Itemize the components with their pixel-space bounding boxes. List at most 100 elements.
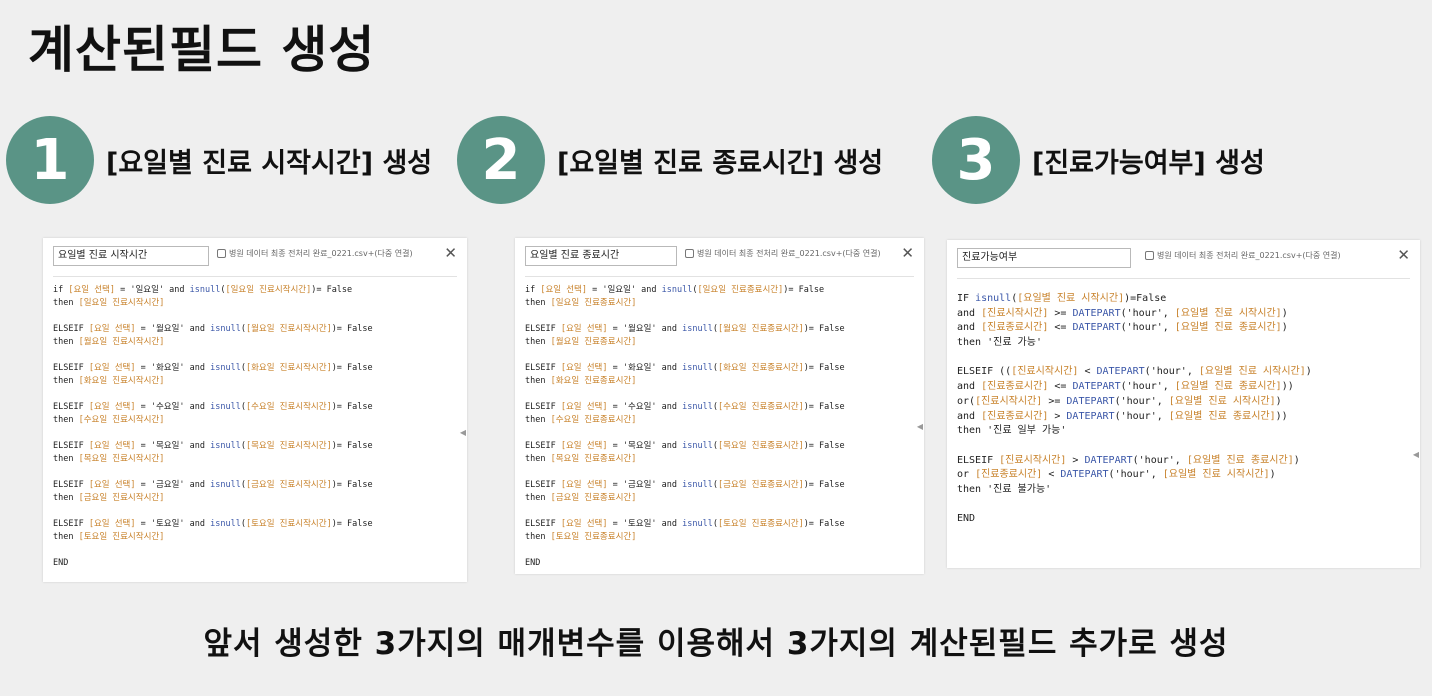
step-number-badge: 3 <box>932 116 1020 204</box>
code-line: then [월요일 진료종료시간] <box>525 337 637 347</box>
field-reference: [요일 선택] <box>560 519 608 529</box>
code-line: or [진료종료시간] < DATEPART('hour', [요일별 진료 시… <box>957 469 1276 481</box>
function-name: isnull <box>682 324 713 334</box>
code-line: then [일요일 진료시작시간] <box>53 298 165 308</box>
field-name-input[interactable]: 진료가능여부 <box>957 248 1131 268</box>
field-reference: [진료종료시간] <box>975 469 1043 481</box>
field-reference: [금요일 진료시작시간] <box>78 493 165 503</box>
field-reference: [요일 선택] <box>560 441 608 451</box>
field-reference: [요일 선택] <box>88 480 136 490</box>
code-line: ELSEIF [요일 선택] = '수요일' and isnull([수요일 진… <box>53 402 373 412</box>
field-reference: [요일 선택] <box>560 324 608 334</box>
field-reference: [일요일 진료시작시간] <box>78 298 165 308</box>
field-reference: [요일 선택] <box>88 402 136 412</box>
step-label: [요일별 진료 시작시간] 생성 <box>106 147 433 179</box>
function-name: isnull <box>682 441 713 451</box>
field-reference: [목요일 진료시작시간] <box>78 454 165 464</box>
field-reference: [진료시작시간] <box>981 307 1049 319</box>
close-icon[interactable]: ✕ <box>444 244 457 262</box>
step-label: [진료가능여부] 생성 <box>1032 147 1265 179</box>
editor-header: 진료가능여부 병원 데이터 최종 전처리 완료_0221.csv+(다중 연결)… <box>957 240 1410 279</box>
field-reference: [월요일 진료종료시간] <box>717 324 804 334</box>
resize-handle-icon[interactable]: ◀ <box>460 428 466 437</box>
field-reference: [요일별 진료 시작시간] <box>1174 307 1282 319</box>
code-line: ELSEIF [요일 선택] = '목요일' and isnull([목요일 진… <box>525 441 845 451</box>
field-reference: [요일별 진료 종료시간] <box>1186 454 1294 466</box>
code-line: ELSEIF [진료시작시간] > DATEPART('hour', [요일별 … <box>957 454 1300 466</box>
resize-handle-icon[interactable]: ◀ <box>1413 450 1419 459</box>
field-name-input[interactable]: 요일별 진료 시작시간 <box>53 246 209 266</box>
datasource-icon <box>1145 251 1154 260</box>
editor-header: 요일별 진료 종료시간 병원 데이터 최종 전처리 완료_0221.csv+(다… <box>525 238 914 277</box>
code-line: ELSEIF [요일 선택] = '화요일' and isnull([화요일 진… <box>525 363 845 373</box>
code-line: and [진료종료시간] <= DATEPART('hour', [요일별 진료… <box>957 381 1294 393</box>
field-reference: [일요일 진료시작시간] <box>225 285 312 295</box>
field-reference: [일요일 진료종료시간] <box>697 285 784 295</box>
code-line: and [진료종료시간] <= DATEPART('hour', [요일별 진료… <box>957 322 1288 334</box>
calc-field-editor: 요일별 진료 종료시간 병원 데이터 최종 전처리 완료_0221.csv+(다… <box>515 238 924 574</box>
field-reference: [진료종료시간] <box>981 381 1049 393</box>
datasource-icon <box>217 249 226 258</box>
field-reference: [진료종료시간] <box>981 322 1049 334</box>
field-reference: [요일 선택] <box>88 441 136 451</box>
field-reference: [화요일 진료종료시간] <box>550 376 637 386</box>
field-reference: [요일별 진료 시작시간] <box>1198 366 1306 378</box>
resize-handle-icon[interactable]: ◀ <box>917 422 923 431</box>
function-name: DATEPART <box>1072 307 1121 319</box>
field-reference: [진료시작시간] <box>975 395 1043 407</box>
field-reference: [요일 선택] <box>88 324 136 334</box>
code-line: then '진료 불가능' <box>957 483 1052 495</box>
code-line: then [수요일 진료시작시간] <box>53 415 165 425</box>
code-line: then '진료 가능' <box>957 337 1042 349</box>
function-name: DATEPART <box>1072 381 1121 393</box>
function-name: DATEPART <box>1072 322 1121 334</box>
close-icon[interactable]: ✕ <box>901 244 914 262</box>
page-title: 계산된필드 생성 <box>28 21 376 79</box>
code-line: END <box>53 558 69 568</box>
field-reference: [목요일 진료종료시간] <box>717 441 804 451</box>
code-line: then '진료 일부 가능' <box>957 425 1067 437</box>
footer-caption: 앞서 생성한 3가지의 매개변수를 이용해서 3가지의 계산된필드 추가로 생성 <box>203 626 1229 662</box>
code-line: END <box>957 513 976 525</box>
field-reference: [요일별 진료 종료시간] <box>1174 381 1282 393</box>
field-reference: [화요일 진료시작시간] <box>78 376 165 386</box>
close-icon[interactable]: ✕ <box>1397 246 1410 264</box>
function-name: DATEPART <box>1096 366 1145 378</box>
field-reference: [요일 선택] <box>88 519 136 529</box>
code-line: then [월요일 진료시작시간] <box>53 337 165 347</box>
field-name-input[interactable]: 요일별 진료 종료시간 <box>525 246 677 266</box>
code-line: ELSEIF [요일 선택] = '토요일' and isnull([토요일 진… <box>525 519 845 529</box>
function-name: DATEPART <box>1066 410 1115 422</box>
function-name: DATEPART <box>1084 454 1133 466</box>
field-reference: [진료시작시간] <box>999 454 1067 466</box>
code-line: END <box>525 558 541 568</box>
code-line: then [화요일 진료종료시간] <box>525 376 637 386</box>
step-number-badge: 2 <box>457 116 545 204</box>
formula-editor[interactable]: if [요일 선택] = '일요일' and isnull([일요일 진료시작시… <box>53 284 457 570</box>
code-line: then [수요일 진료종료시간] <box>525 415 637 425</box>
field-reference: [토요일 진료종료시간] <box>550 532 637 542</box>
code-line: ELSEIF [요일 선택] = '수요일' and isnull([수요일 진… <box>525 402 845 412</box>
code-line: then [토요일 진료시작시간] <box>53 532 165 542</box>
code-line: IF isnull([요일별 진료 시작시간])=False <box>957 293 1167 304</box>
field-reference: [요일별 진료 종료시간] <box>1168 410 1276 422</box>
field-reference: [화요일 진료종료시간] <box>717 363 804 373</box>
field-reference: [수요일 진료종료시간] <box>717 402 804 412</box>
field-reference: [금요일 진료시작시간] <box>245 480 332 490</box>
formula-editor[interactable]: if [요일 선택] = '일요일' and isnull([일요일 진료종료시… <box>525 284 914 570</box>
field-reference: [요일별 진료 시작시간] <box>1168 395 1276 407</box>
function-name: isnull <box>975 293 1012 304</box>
code-line: or([진료시작시간] >= DATEPART('hour', [요일별 진료 … <box>957 395 1282 407</box>
code-line: ELSEIF [요일 선택] = '월요일' and isnull([월요일 진… <box>53 324 373 334</box>
formula-editor[interactable]: IF isnull([요일별 진료 시작시간])=False and [진료시작시… <box>957 292 1410 527</box>
function-name: isnull <box>210 324 241 334</box>
